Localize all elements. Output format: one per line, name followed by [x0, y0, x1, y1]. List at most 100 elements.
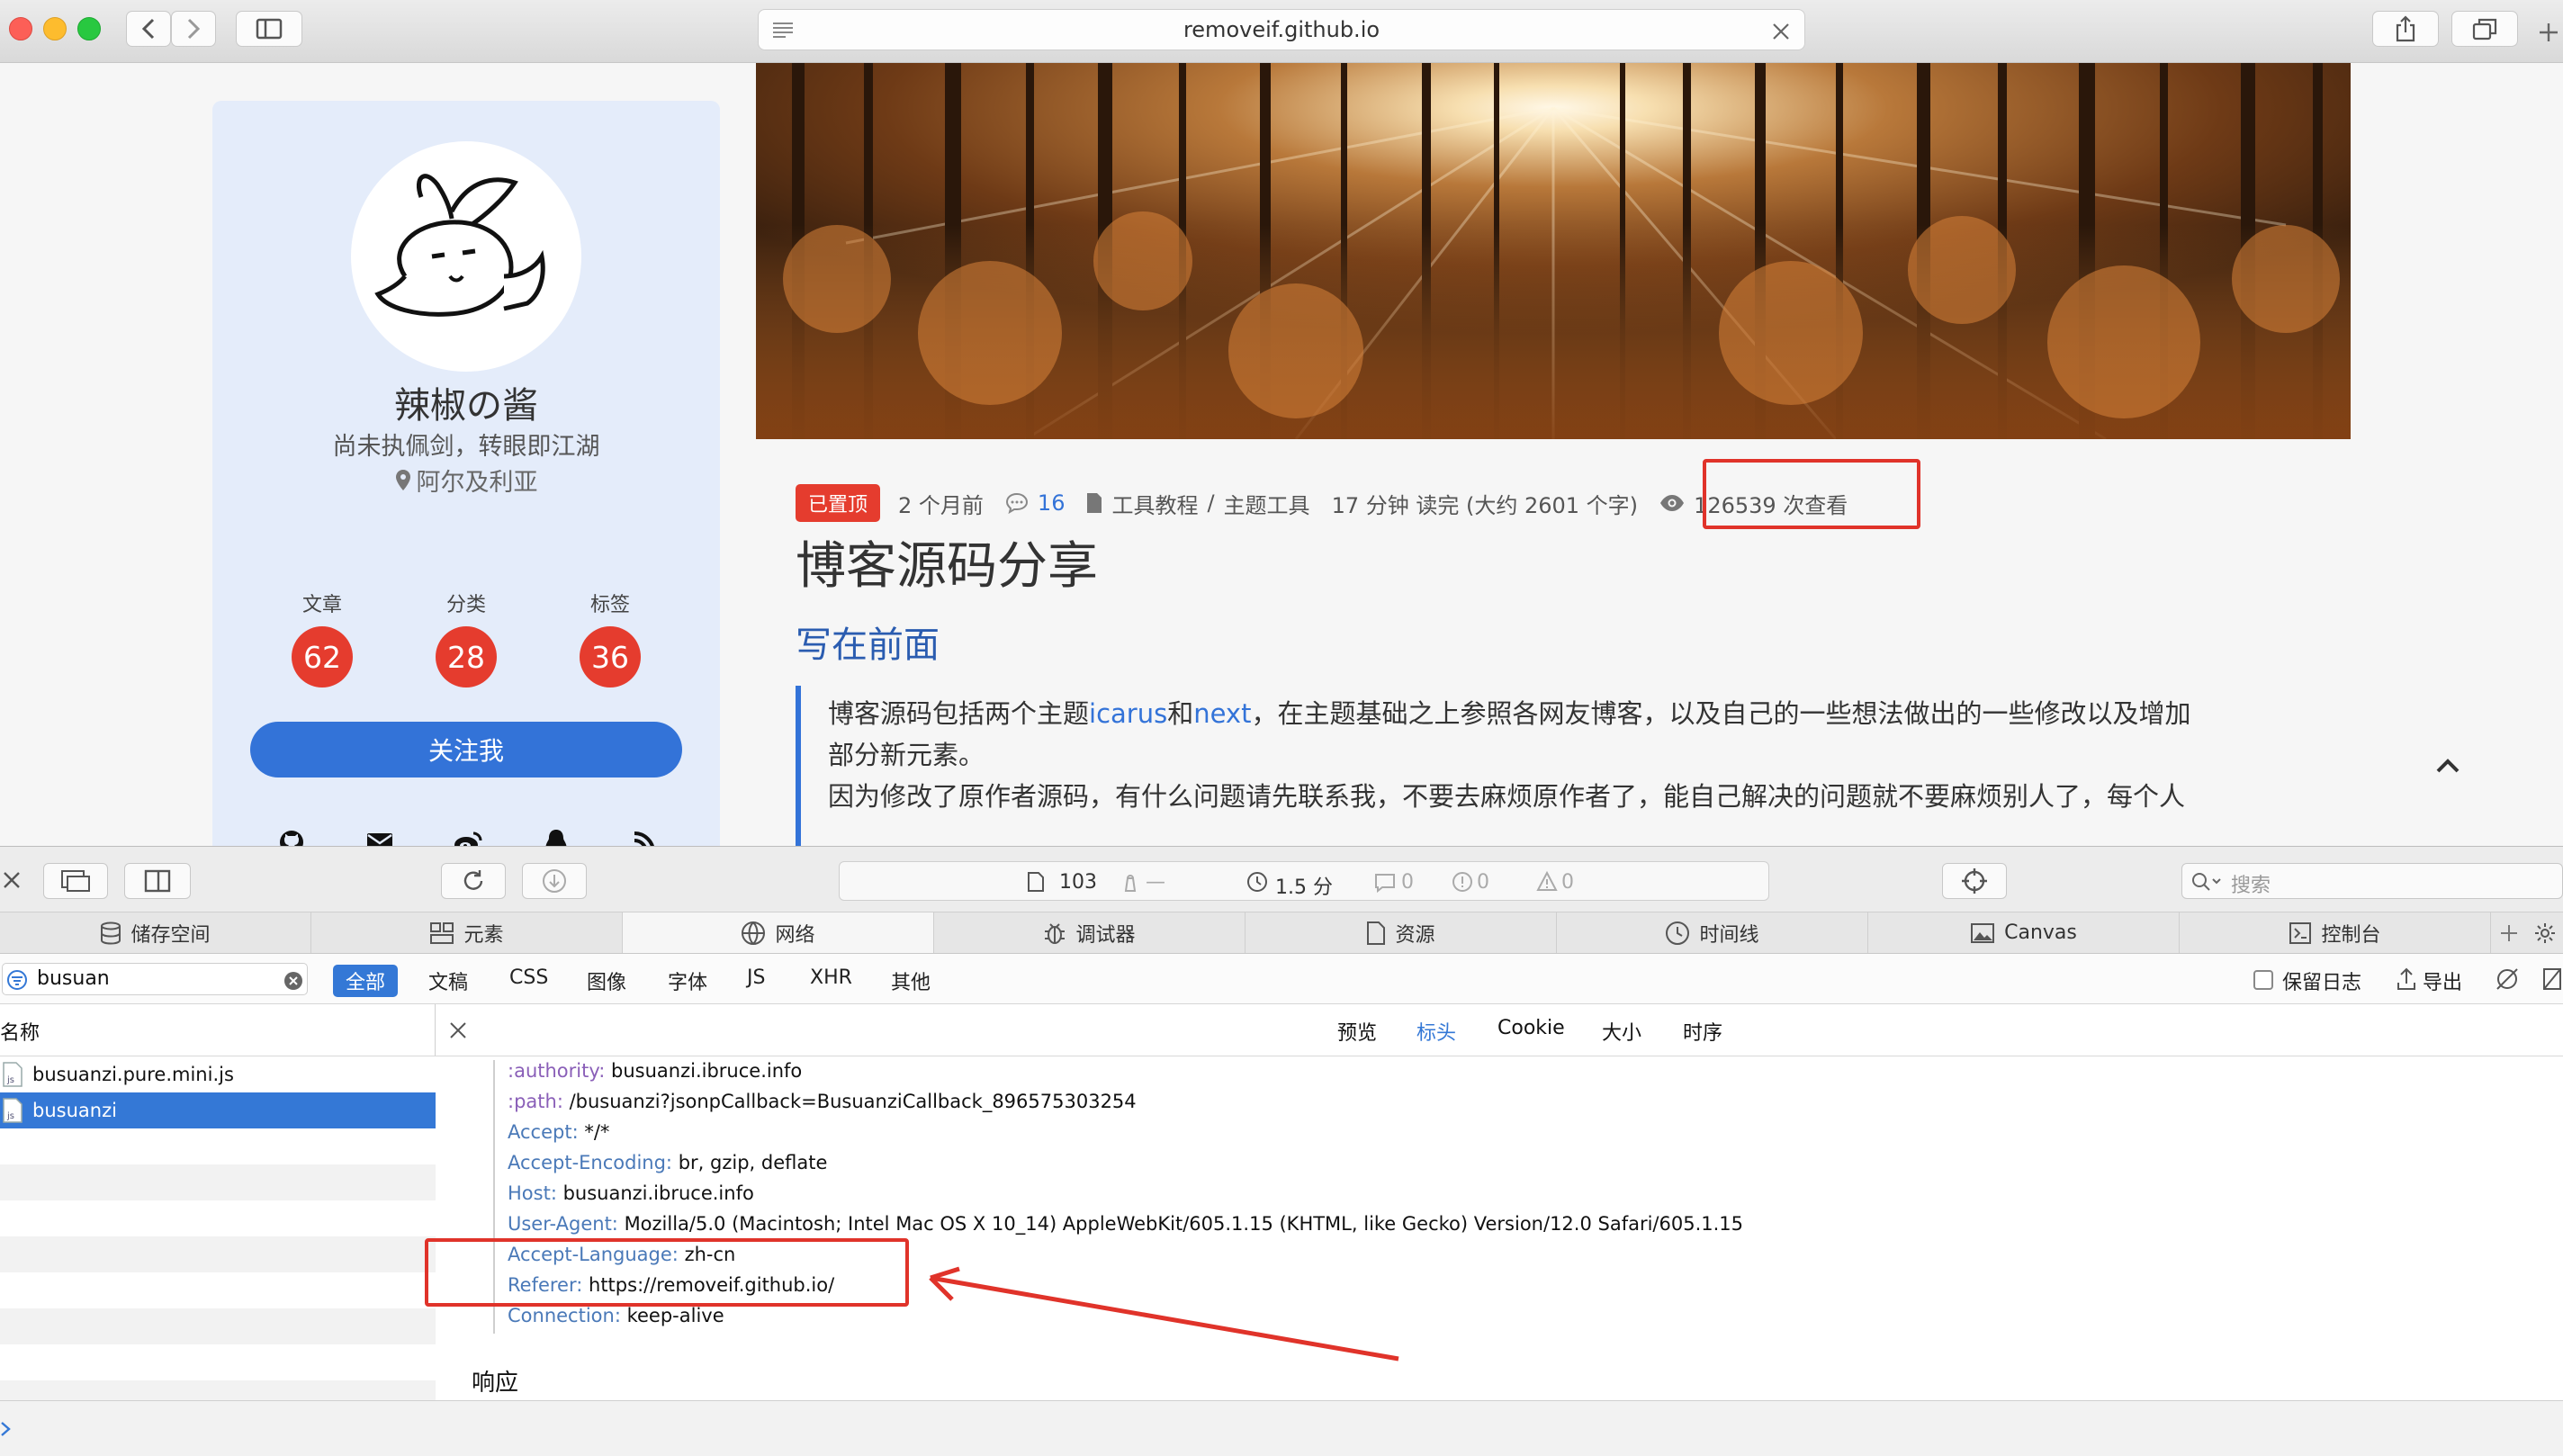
filter-type-js[interactable]: JS	[747, 966, 765, 989]
tab-debugger[interactable]: 调试器	[934, 912, 1246, 953]
stat-categories-count[interactable]: 28	[436, 626, 497, 688]
stat-tags-count[interactable]: 36	[580, 626, 641, 688]
stat-label-categories: 分类	[445, 594, 486, 616]
dashboard-summary[interactable]: 103 — 1.5 分 0 0 0	[839, 861, 1769, 901]
minimize-window-button[interactable]	[43, 17, 67, 40]
tab-storage[interactable]: 储存空间	[0, 912, 311, 953]
detail-tab-sizes[interactable]: 大小	[1602, 1017, 1641, 1046]
filter-type-xhr[interactable]: XHR	[810, 966, 852, 989]
header-key: Host:	[508, 1182, 557, 1204]
profile-location: 阿尔及利亚	[212, 463, 720, 498]
follow-button[interactable]: 关注我	[250, 722, 682, 777]
gear-icon[interactable]	[2534, 922, 2556, 944]
header-value: */*	[584, 1121, 610, 1143]
email-icon[interactable]	[365, 828, 394, 846]
tab-elements[interactable]: 元素	[311, 912, 623, 953]
rss-icon[interactable]	[630, 828, 659, 846]
sidebar-toggle-button[interactable]	[236, 11, 302, 47]
filter-type-fonts[interactable]: 字体	[668, 966, 707, 995]
share-button[interactable]	[2372, 11, 2439, 47]
tab-timelines[interactable]: 时间线	[1557, 912, 1868, 953]
quote-line-1: 博客源码包括两个主题icarus和next，在主题基础之上参照各网友博客，以及自…	[828, 693, 2325, 734]
name-column-header[interactable]: 名称	[0, 1004, 436, 1056]
empty-row	[0, 1308, 436, 1344]
clear-filter-icon[interactable]	[283, 971, 303, 991]
article-banner-image	[756, 63, 2351, 439]
total-size: —	[1146, 871, 1165, 894]
avatar[interactable]	[351, 141, 581, 372]
close-icon[interactable]	[448, 1020, 468, 1040]
export-icon[interactable]	[2396, 966, 2417, 992]
weibo-icon[interactable]	[454, 828, 482, 846]
detach-button[interactable]	[43, 863, 108, 899]
document-icon	[1367, 921, 1386, 945]
show-tabs-button[interactable]	[2451, 11, 2518, 47]
filter-type-documents[interactable]: 文稿	[428, 966, 468, 995]
dock-side-button[interactable]	[124, 863, 191, 899]
header-row: :authority: busuanzi.ibruce.info	[508, 1060, 802, 1082]
category-separator: /	[1207, 490, 1215, 516]
load-time: 1.5 分	[1275, 876, 1333, 899]
filter-input[interactable]: busuan	[2, 963, 308, 995]
tab-elements-label: 元素	[463, 923, 504, 947]
header-row: Host: busuanzi.ibruce.info	[508, 1182, 754, 1204]
devtools-search-input[interactable]: 搜索	[2181, 863, 2563, 899]
close-icon[interactable]	[2, 870, 22, 890]
js-file-icon: js	[3, 1098, 22, 1123]
preserve-log-checkbox[interactable]	[2253, 970, 2273, 990]
close-window-button[interactable]	[9, 17, 32, 40]
filter-type-images[interactable]: 图像	[587, 966, 626, 995]
tab-console[interactable]: 控制台	[2180, 912, 2491, 953]
tab-canvas[interactable]: Canvas	[1868, 912, 2180, 953]
sidebar-icon	[256, 18, 283, 40]
inspect-element-button[interactable]	[1942, 863, 2007, 899]
clear-log-icon[interactable]	[2541, 966, 2563, 992]
header-key: Accept-Encoding:	[508, 1152, 673, 1173]
chevron-up-icon	[2436, 759, 2460, 773]
detail-tab-timing[interactable]: 时序	[1683, 1017, 1722, 1046]
table-row-selected[interactable]: js busuanzi	[0, 1092, 436, 1128]
chevron-left-icon	[141, 18, 155, 40]
quote-line-2: 部分新元素。	[828, 740, 985, 770]
disable-cache-icon[interactable]	[2495, 966, 2520, 992]
next-link[interactable]: next	[1193, 698, 1251, 729]
console-prompt-bar[interactable]	[0, 1400, 2563, 1456]
export-label[interactable]: 导出	[2423, 966, 2462, 995]
category-link-1[interactable]: 工具教程	[1111, 488, 1198, 519]
detail-tab-preview[interactable]: 预览	[1337, 1017, 1377, 1046]
stat-posts-count[interactable]: 62	[292, 626, 353, 688]
zoom-window-button[interactable]	[77, 17, 101, 40]
filter-type-other[interactable]: 其他	[891, 966, 931, 995]
category-link-2[interactable]: 主题工具	[1224, 488, 1310, 519]
stat-label-posts: 文章	[301, 594, 342, 616]
detail-tab-headers[interactable]: 标头	[1416, 1017, 1456, 1046]
table-row[interactable]: js busuanzi.pure.mini.js	[0, 1056, 436, 1092]
tab-resources[interactable]: 资源	[1246, 912, 1557, 953]
detail-tab-bar: 预览 标头 Cookie 大小 时序	[436, 1004, 2563, 1056]
forest-image	[756, 63, 2351, 439]
qq-icon[interactable]	[542, 828, 571, 846]
empty-row	[0, 1236, 436, 1272]
close-icon[interactable]	[1772, 22, 1790, 40]
forward-button[interactable]	[171, 11, 216, 47]
plus-icon[interactable]	[2499, 923, 2519, 943]
filter-type-css[interactable]: CSS	[509, 966, 548, 989]
address-bar[interactable]: removeif.github.io	[758, 9, 1805, 50]
comment-count-link[interactable]: 16	[1038, 490, 1066, 516]
scroll-top-button[interactable]	[2430, 752, 2466, 779]
github-icon[interactable]	[277, 828, 306, 846]
back-button[interactable]	[126, 11, 171, 47]
new-tab-button[interactable]	[2534, 13, 2563, 52]
preserve-log-label: 保留日志	[2282, 972, 2362, 994]
header-key: User-Agent:	[508, 1213, 618, 1235]
image-icon	[1971, 922, 1995, 943]
filter-type-all[interactable]: 全部	[333, 965, 399, 997]
icarus-link[interactable]: icarus	[1089, 698, 1167, 729]
chevron-right-icon	[187, 18, 201, 40]
reader-icon[interactable]	[771, 21, 795, 39]
download-button[interactable]	[522, 863, 587, 899]
tab-network[interactable]: 网络	[623, 912, 934, 953]
reload-button[interactable]	[441, 863, 506, 899]
read-time: 17 分钟 读完 (大约 2601 个字)	[1331, 492, 1639, 518]
detail-tab-cookies[interactable]: Cookie	[1497, 1017, 1565, 1039]
